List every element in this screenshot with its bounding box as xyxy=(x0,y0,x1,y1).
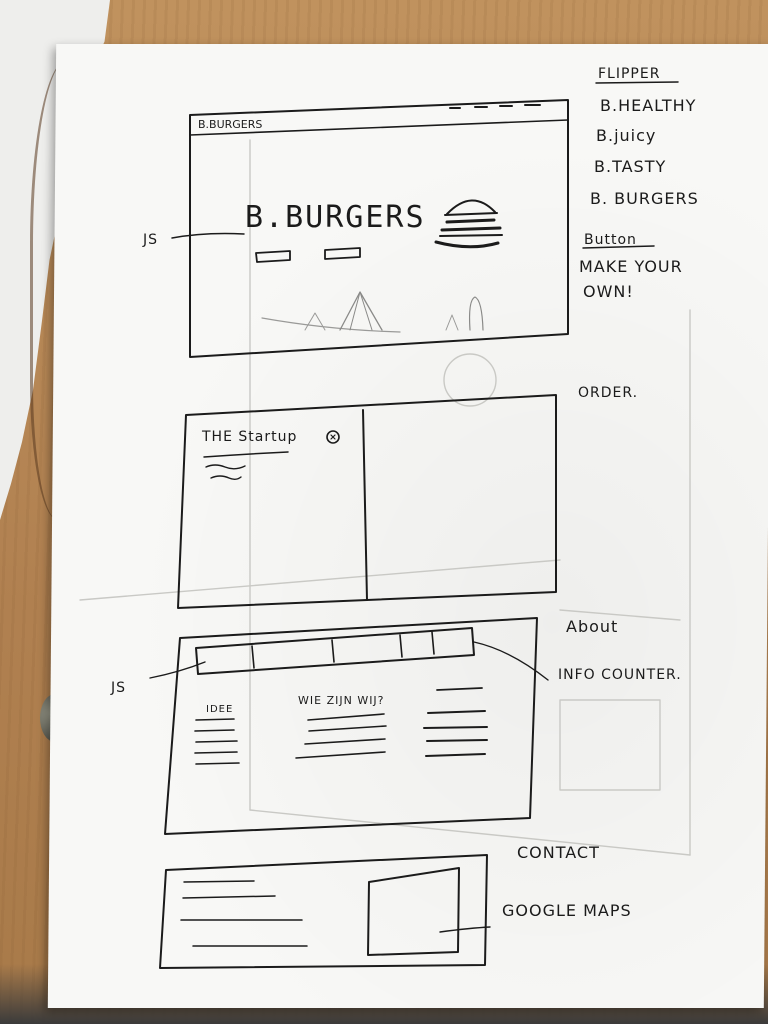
button-text-line2: OWN! xyxy=(583,282,634,301)
about-wireframe xyxy=(149,617,549,835)
flipper-item: B.HEALTHY xyxy=(600,96,697,115)
order-wireframe xyxy=(177,394,557,609)
about-js-annotation: JS xyxy=(111,680,127,696)
button-text-line1: MAKE YOUR xyxy=(579,257,683,276)
about-label: About xyxy=(566,617,619,636)
flipper-underline xyxy=(595,81,679,84)
google-maps-label: GOOGLE MAPS xyxy=(502,901,632,920)
info-counter-label: INFO COUNTER. xyxy=(558,667,682,683)
flipper-item: B. BURGERS xyxy=(590,189,699,208)
hero-js-annotation: JS xyxy=(143,232,159,248)
button-heading: Button xyxy=(584,232,637,248)
contact-wireframe xyxy=(159,854,491,969)
hero-headline: B.BURGERS xyxy=(245,200,426,235)
order-label: ORDER. xyxy=(578,385,639,401)
flipper-heading: FLIPPER xyxy=(598,66,661,82)
wireframe-sketch xyxy=(79,81,691,969)
about-col2-title: WIE ZIJN WIJ? xyxy=(298,694,385,707)
order-card-title: THE Startup xyxy=(202,429,298,445)
hero-browser-title: B.BURGERS xyxy=(198,118,263,131)
about-col1-title: IDEE xyxy=(206,704,234,715)
flipper-item: B.juicy xyxy=(596,126,657,145)
contact-label: CONTACT xyxy=(517,843,600,862)
flipper-item: B.TASTY xyxy=(594,157,667,176)
